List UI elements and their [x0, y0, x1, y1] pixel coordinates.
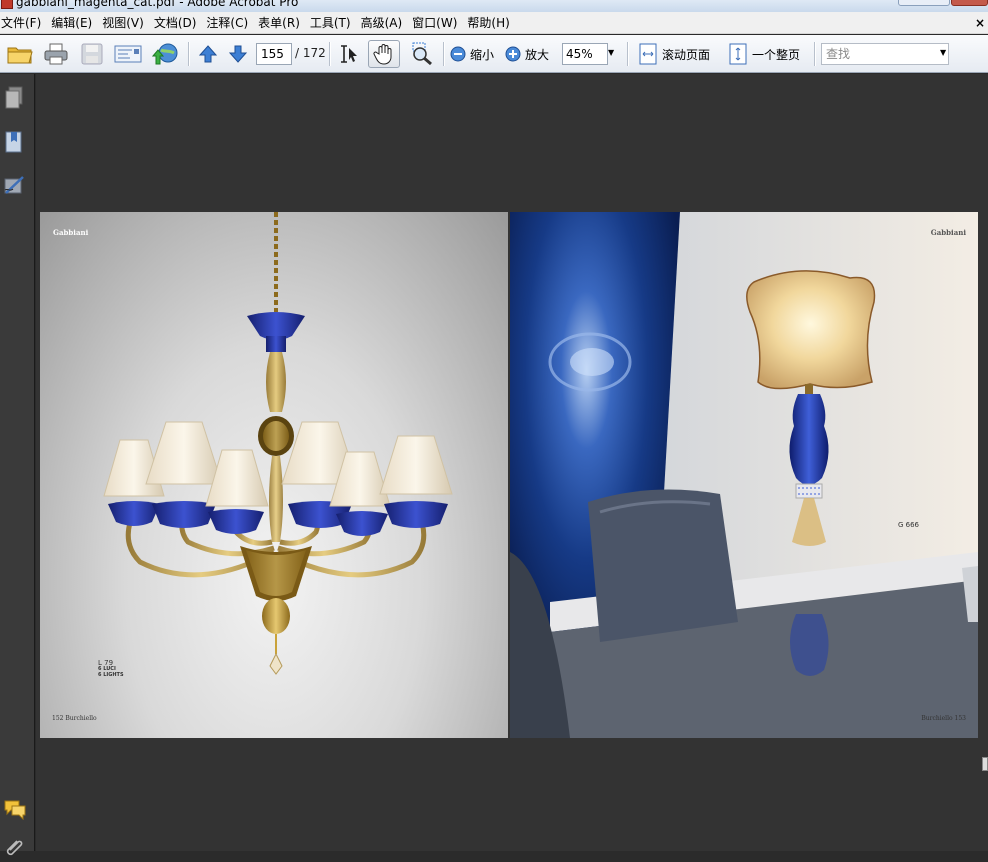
- scroll-mode-button[interactable]: 滚动页面: [638, 40, 710, 68]
- title-bar: gabbiani_magenta_cat.pdf - Adobe Acrobat…: [0, 0, 988, 12]
- single-page-label: 一个整页: [752, 47, 801, 62]
- pdf-app-icon: [1, 0, 13, 9]
- zoom-out-label: 缩小: [470, 47, 495, 62]
- menu-view[interactable]: 视图(V): [101, 14, 149, 31]
- menu-file[interactable]: 文件(F): [0, 14, 46, 31]
- page-brand-right: Gabbiani: [930, 228, 966, 237]
- toolbar-separator: [443, 42, 444, 66]
- paperclip-icon: [6, 840, 23, 856]
- scroll-page-icon: [639, 43, 657, 65]
- zoom-in-label: 放大: [525, 47, 550, 62]
- bookmarks-panel-button[interactable]: [3, 130, 25, 154]
- toolbar: 155 / 172 缩小 放大 45% ▼ 滚动页面 一个整页 查找 ▼: [0, 35, 988, 73]
- magnifier-icon: [412, 42, 432, 66]
- menu-bar: 文件(F) 编辑(E) 视图(V) 文档(D) 注释(C) 表单(R) 工具(T…: [0, 12, 988, 34]
- print-button[interactable]: [42, 40, 70, 68]
- zoom-level-input[interactable]: 45%: [562, 43, 608, 65]
- toolbar-separator: [329, 42, 330, 66]
- menu-forms[interactable]: 表单(R): [257, 14, 305, 31]
- plus-circle-icon: [505, 46, 521, 62]
- globe-upload-icon: [151, 43, 178, 65]
- bookmark-icon: [5, 131, 22, 153]
- single-page-button[interactable]: 一个整页: [728, 40, 800, 68]
- email-icon: [114, 45, 142, 63]
- model-code-right: G 666: [898, 521, 920, 529]
- open-folder-icon: [7, 47, 33, 64]
- pages-panel-button[interactable]: [3, 86, 25, 110]
- menu-tools[interactable]: 工具(T): [309, 14, 356, 31]
- printer-icon: [44, 43, 68, 65]
- model-label-right: G 666: [898, 521, 920, 529]
- page-number-input[interactable]: 155: [256, 43, 292, 65]
- text-select-cursor-icon: [341, 45, 357, 63]
- next-page-button[interactable]: [226, 40, 250, 68]
- save-button[interactable]: [78, 40, 106, 68]
- menu-document[interactable]: 文档(D): [153, 14, 202, 31]
- signature-pen-icon: [4, 176, 24, 194]
- scroll-mode-label: 滚动页面: [662, 47, 711, 62]
- select-tool-button[interactable]: [336, 40, 362, 68]
- page-footer: 152 Burchiello: [52, 715, 97, 722]
- menu-comments[interactable]: 注释(C): [205, 14, 253, 31]
- scrollbar-thumb[interactable]: [982, 757, 988, 771]
- close-window-button[interactable]: [951, 0, 988, 6]
- zoom-dropdown-icon[interactable]: ▼: [608, 48, 614, 57]
- vertical-scrollbar[interactable]: [980, 74, 988, 851]
- menu-edit[interactable]: 编辑(E): [50, 14, 97, 31]
- save-disk-icon: [81, 43, 103, 65]
- menu-window[interactable]: 窗口(W): [411, 14, 462, 31]
- window-title: gabbiani_magenta_cat.pdf - Adobe Acrobat…: [16, 0, 299, 9]
- page-total-label: / 172: [295, 46, 326, 60]
- table-lamp-image: [510, 212, 978, 738]
- open-button[interactable]: [6, 40, 34, 68]
- minus-circle-icon: [450, 46, 466, 62]
- model-label: L 79 6 LUCI 6 LIGHTS: [98, 660, 124, 679]
- menu-advanced[interactable]: 高级(A): [360, 14, 408, 31]
- email-button[interactable]: [113, 40, 143, 68]
- hand-icon: [373, 44, 392, 65]
- signatures-panel-button[interactable]: [3, 173, 25, 197]
- document-viewport[interactable]: Gabbiani L 79 6 LUCI 6 LIGHTS 152 Burchi…: [36, 74, 980, 851]
- arrow-up-icon: [198, 45, 218, 63]
- pdf-page-left: Gabbiani L 79 6 LUCI 6 LIGHTS 152 Burchi…: [40, 212, 508, 738]
- previous-page-button[interactable]: [196, 40, 220, 68]
- zoom-tool-button[interactable]: [408, 40, 436, 68]
- comments-panel-button[interactable]: [3, 798, 26, 822]
- page-footer-right: Burchiello 153: [921, 715, 966, 722]
- menu-help[interactable]: 帮助(H): [466, 14, 514, 31]
- model-lights: 6 LIGHTS: [98, 672, 124, 678]
- toolbar-separator: [627, 42, 628, 66]
- minimize-button[interactable]: [898, 0, 950, 6]
- attachments-panel-button[interactable]: [3, 838, 25, 862]
- pages-icon: [5, 86, 23, 109]
- hand-tool-button[interactable]: [368, 40, 400, 68]
- toolbar-separator: [188, 42, 189, 66]
- close-document-button[interactable]: ×: [975, 16, 985, 30]
- comment-bubble-icon: [4, 800, 26, 821]
- find-input[interactable]: 查找: [821, 43, 949, 65]
- zoom-in-button[interactable]: 放大: [505, 40, 549, 68]
- upload-share-button[interactable]: [150, 40, 180, 68]
- navigation-panel: [0, 74, 35, 856]
- arrow-down-icon: [228, 45, 248, 63]
- toolbar-separator: [814, 42, 815, 66]
- find-dropdown-icon[interactable]: ▼: [940, 48, 946, 57]
- zoom-out-button[interactable]: 缩小: [450, 40, 494, 68]
- fit-page-icon: [729, 43, 747, 65]
- pdf-page-right: Gabbiani G 666 Burchiello 153: [510, 212, 978, 738]
